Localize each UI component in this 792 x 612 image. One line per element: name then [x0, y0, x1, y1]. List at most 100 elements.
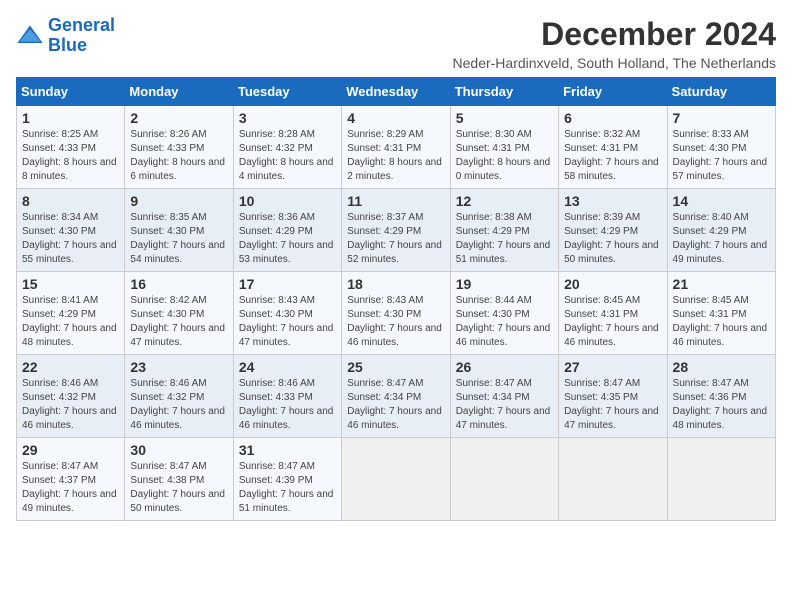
day-cell: 24 Sunrise: 8:46 AMSunset: 4:33 PMDaylig… — [233, 355, 341, 438]
day-info: Sunrise: 8:34 AMSunset: 4:30 PMDaylight:… — [22, 211, 119, 267]
day-number: 1 — [22, 110, 119, 126]
day-number: 29 — [22, 442, 119, 458]
logo: General Blue — [16, 16, 115, 56]
day-cell: 20 Sunrise: 8:45 AMSunset: 4:31 PMDaylig… — [559, 272, 667, 355]
day-cell: 11 Sunrise: 8:37 AMSunset: 4:29 PMDaylig… — [342, 189, 450, 272]
day-info: Sunrise: 8:39 AMSunset: 4:29 PMDaylight:… — [564, 211, 661, 267]
day-info: Sunrise: 8:37 AMSunset: 4:29 PMDaylight:… — [347, 211, 444, 267]
day-info: Sunrise: 8:42 AMSunset: 4:30 PMDaylight:… — [130, 294, 227, 350]
day-number: 2 — [130, 110, 227, 126]
col-header-monday: Monday — [125, 78, 233, 106]
day-number: 9 — [130, 193, 227, 209]
day-info: Sunrise: 8:35 AMSunset: 4:30 PMDaylight:… — [130, 211, 227, 267]
day-info: Sunrise: 8:44 AMSunset: 4:30 PMDaylight:… — [456, 294, 553, 350]
day-info: Sunrise: 8:47 AMSunset: 4:35 PMDaylight:… — [564, 377, 661, 433]
day-info: Sunrise: 8:33 AMSunset: 4:30 PMDaylight:… — [673, 128, 770, 184]
day-number: 4 — [347, 110, 444, 126]
day-number: 14 — [673, 193, 770, 209]
day-cell — [342, 438, 450, 521]
day-cell: 23 Sunrise: 8:46 AMSunset: 4:32 PMDaylig… — [125, 355, 233, 438]
day-cell: 2 Sunrise: 8:26 AMSunset: 4:33 PMDayligh… — [125, 106, 233, 189]
day-cell: 15 Sunrise: 8:41 AMSunset: 4:29 PMDaylig… — [17, 272, 125, 355]
day-info: Sunrise: 8:45 AMSunset: 4:31 PMDaylight:… — [673, 294, 770, 350]
day-cell: 5 Sunrise: 8:30 AMSunset: 4:31 PMDayligh… — [450, 106, 558, 189]
day-number: 13 — [564, 193, 661, 209]
day-number: 26 — [456, 359, 553, 375]
page-header: General Blue December 2024 Neder-Hardinx… — [16, 16, 776, 71]
day-info: Sunrise: 8:43 AMSunset: 4:30 PMDaylight:… — [347, 294, 444, 350]
day-cell: 21 Sunrise: 8:45 AMSunset: 4:31 PMDaylig… — [667, 272, 775, 355]
day-number: 10 — [239, 193, 336, 209]
week-row-1: 1 Sunrise: 8:25 AMSunset: 4:33 PMDayligh… — [17, 106, 776, 189]
week-row-2: 8 Sunrise: 8:34 AMSunset: 4:30 PMDayligh… — [17, 189, 776, 272]
day-info: Sunrise: 8:26 AMSunset: 4:33 PMDaylight:… — [130, 128, 227, 184]
day-number: 7 — [673, 110, 770, 126]
day-number: 30 — [130, 442, 227, 458]
day-info: Sunrise: 8:47 AMSunset: 4:38 PMDaylight:… — [130, 460, 227, 516]
day-number: 24 — [239, 359, 336, 375]
day-cell: 26 Sunrise: 8:47 AMSunset: 4:34 PMDaylig… — [450, 355, 558, 438]
day-cell: 10 Sunrise: 8:36 AMSunset: 4:29 PMDaylig… — [233, 189, 341, 272]
col-header-tuesday: Tuesday — [233, 78, 341, 106]
day-cell: 3 Sunrise: 8:28 AMSunset: 4:32 PMDayligh… — [233, 106, 341, 189]
day-number: 25 — [347, 359, 444, 375]
day-number: 19 — [456, 276, 553, 292]
day-info: Sunrise: 8:46 AMSunset: 4:32 PMDaylight:… — [22, 377, 119, 433]
day-cell: 27 Sunrise: 8:47 AMSunset: 4:35 PMDaylig… — [559, 355, 667, 438]
day-info: Sunrise: 8:45 AMSunset: 4:31 PMDaylight:… — [564, 294, 661, 350]
day-info: Sunrise: 8:36 AMSunset: 4:29 PMDaylight:… — [239, 211, 336, 267]
day-cell: 17 Sunrise: 8:43 AMSunset: 4:30 PMDaylig… — [233, 272, 341, 355]
day-cell: 16 Sunrise: 8:42 AMSunset: 4:30 PMDaylig… — [125, 272, 233, 355]
day-number: 28 — [673, 359, 770, 375]
day-number: 27 — [564, 359, 661, 375]
day-number: 11 — [347, 193, 444, 209]
day-cell: 30 Sunrise: 8:47 AMSunset: 4:38 PMDaylig… — [125, 438, 233, 521]
week-row-3: 15 Sunrise: 8:41 AMSunset: 4:29 PMDaylig… — [17, 272, 776, 355]
day-cell — [667, 438, 775, 521]
day-cell — [450, 438, 558, 521]
day-info: Sunrise: 8:47 AMSunset: 4:34 PMDaylight:… — [347, 377, 444, 433]
col-header-thursday: Thursday — [450, 78, 558, 106]
week-row-4: 22 Sunrise: 8:46 AMSunset: 4:32 PMDaylig… — [17, 355, 776, 438]
title-block: December 2024 Neder-Hardinxveld, South H… — [453, 16, 776, 71]
day-cell: 4 Sunrise: 8:29 AMSunset: 4:31 PMDayligh… — [342, 106, 450, 189]
day-number: 5 — [456, 110, 553, 126]
day-number: 12 — [456, 193, 553, 209]
col-header-friday: Friday — [559, 78, 667, 106]
day-number: 6 — [564, 110, 661, 126]
day-cell: 14 Sunrise: 8:40 AMSunset: 4:29 PMDaylig… — [667, 189, 775, 272]
main-title: December 2024 — [453, 16, 776, 53]
week-row-5: 29 Sunrise: 8:47 AMSunset: 4:37 PMDaylig… — [17, 438, 776, 521]
day-cell: 6 Sunrise: 8:32 AMSunset: 4:31 PMDayligh… — [559, 106, 667, 189]
day-info: Sunrise: 8:28 AMSunset: 4:32 PMDaylight:… — [239, 128, 336, 184]
day-info: Sunrise: 8:47 AMSunset: 4:34 PMDaylight:… — [456, 377, 553, 433]
day-info: Sunrise: 8:29 AMSunset: 4:31 PMDaylight:… — [347, 128, 444, 184]
day-number: 8 — [22, 193, 119, 209]
subtitle: Neder-Hardinxveld, South Holland, The Ne… — [453, 55, 776, 71]
col-header-wednesday: Wednesday — [342, 78, 450, 106]
day-info: Sunrise: 8:46 AMSunset: 4:32 PMDaylight:… — [130, 377, 227, 433]
day-cell: 31 Sunrise: 8:47 AMSunset: 4:39 PMDaylig… — [233, 438, 341, 521]
day-info: Sunrise: 8:47 AMSunset: 4:36 PMDaylight:… — [673, 377, 770, 433]
day-info: Sunrise: 8:38 AMSunset: 4:29 PMDaylight:… — [456, 211, 553, 267]
day-info: Sunrise: 8:47 AMSunset: 4:39 PMDaylight:… — [239, 460, 336, 516]
day-number: 22 — [22, 359, 119, 375]
day-cell: 25 Sunrise: 8:47 AMSunset: 4:34 PMDaylig… — [342, 355, 450, 438]
day-number: 23 — [130, 359, 227, 375]
day-number: 17 — [239, 276, 336, 292]
day-number: 18 — [347, 276, 444, 292]
day-cell: 12 Sunrise: 8:38 AMSunset: 4:29 PMDaylig… — [450, 189, 558, 272]
day-info: Sunrise: 8:43 AMSunset: 4:30 PMDaylight:… — [239, 294, 336, 350]
day-cell: 28 Sunrise: 8:47 AMSunset: 4:36 PMDaylig… — [667, 355, 775, 438]
day-info: Sunrise: 8:25 AMSunset: 4:33 PMDaylight:… — [22, 128, 119, 184]
col-header-saturday: Saturday — [667, 78, 775, 106]
day-info: Sunrise: 8:46 AMSunset: 4:33 PMDaylight:… — [239, 377, 336, 433]
day-number: 16 — [130, 276, 227, 292]
day-cell: 29 Sunrise: 8:47 AMSunset: 4:37 PMDaylig… — [17, 438, 125, 521]
day-info: Sunrise: 8:32 AMSunset: 4:31 PMDaylight:… — [564, 128, 661, 184]
day-info: Sunrise: 8:40 AMSunset: 4:29 PMDaylight:… — [673, 211, 770, 267]
day-number: 15 — [22, 276, 119, 292]
day-info: Sunrise: 8:47 AMSunset: 4:37 PMDaylight:… — [22, 460, 119, 516]
col-header-sunday: Sunday — [17, 78, 125, 106]
day-info: Sunrise: 8:30 AMSunset: 4:31 PMDaylight:… — [456, 128, 553, 184]
